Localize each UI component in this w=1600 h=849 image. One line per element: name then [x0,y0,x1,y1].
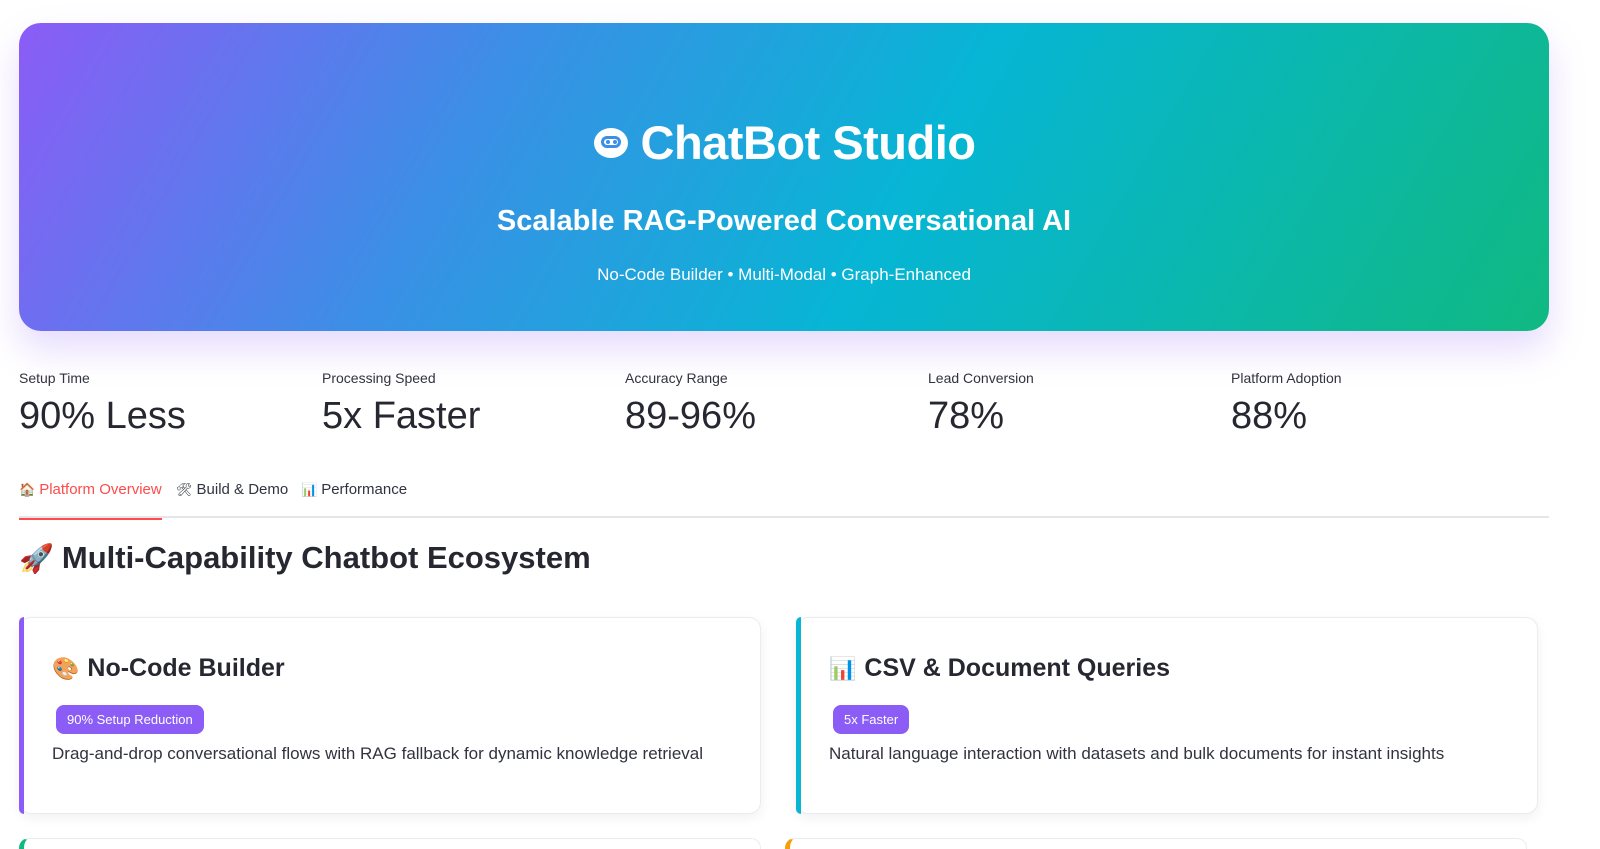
card-title: No-Code Builder [87,654,285,682]
metrics-row: Setup Time 90% Less Processing Speed 5x … [19,370,1549,440]
tab-label: Platform Overview [39,481,162,498]
metric-value: 89-96% [625,395,756,437]
metric-value: 88% [1231,395,1308,437]
robot-face-icon [593,125,629,161]
metric-value: 5x Faster [322,395,481,437]
metric-value: 78% [928,395,1005,437]
hero-banner: ChatBot Studio Scalable RAG-Powered Conv… [19,23,1549,331]
feature-card-csv-document-queries: 📊 CSV & Document Queries 5x Faster Natur… [796,617,1538,814]
metric-processing-speed: Processing Speed 5x Faster [322,370,622,438]
tab-performance[interactable]: 📊 Performance [301,478,407,518]
tab-bar: 🏠 Platform Overview 🛠 Build & Demo 📊 Per… [19,470,1549,520]
metric-platform-adoption: Platform Adoption 88% [1231,370,1531,438]
card-title-row: 📊 CSV & Document Queries [829,654,1509,683]
metric-label: Platform Adoption [1231,370,1342,386]
metric-label: Processing Speed [322,370,436,386]
metric-accuracy-range: Accuracy Range 89-96% [625,370,925,438]
palette-icon: 🎨 [52,655,80,681]
tab-label: Performance [321,481,408,498]
status-badge: 5x Faster [833,705,910,734]
feature-card-partial [19,838,761,849]
app-page: ChatBot Studio Scalable RAG-Powered Conv… [0,0,1600,849]
status-badge: 90% Setup Reduction [56,705,204,734]
feature-card-partial [785,838,1527,849]
app-title: ChatBot Studio [640,116,977,169]
hero-tagline: No-Code Builder • Multi-Modal • Graph-En… [597,265,971,284]
card-title-row: 🎨 No-Code Builder [52,654,732,683]
hero-title-row: ChatBot Studio [19,115,1549,170]
rocket-icon: 🚀 [19,542,54,574]
section-heading: 🚀 Multi-Capability Chatbot Ecosystem [19,540,591,576]
tab-label: Build & Demo [196,481,289,498]
metric-lead-conversion: Lead Conversion 78% [928,370,1228,438]
card-description: Natural language interaction with datase… [829,744,1445,763]
tab-platform-overview[interactable]: 🏠 Platform Overview [19,478,162,520]
metric-label: Setup Time [19,370,90,386]
house-icon: 🏠 [19,482,36,497]
bar-chart-icon: 📊 [301,482,318,497]
hero-subtitle: Scalable RAG-Powered Conversational AI [496,205,1072,237]
tools-icon: 🛠 [176,482,193,497]
metric-label: Accuracy Range [625,370,728,386]
card-title: CSV & Document Queries [864,654,1171,682]
metric-value: 90% Less [19,395,186,437]
metric-label: Lead Conversion [928,370,1034,386]
card-description: Drag-and-drop conversational flows with … [52,744,704,763]
feature-card-no-code-builder: 🎨 No-Code Builder 90% Setup Reduction Dr… [19,617,761,814]
section-title-text: Multi-Capability Chatbot Ecosystem [61,540,591,575]
bar-chart-icon: 📊 [829,655,857,681]
tab-build-demo[interactable]: 🛠 Build & Demo [176,478,288,518]
metric-setup-time: Setup Time 90% Less [19,370,319,438]
